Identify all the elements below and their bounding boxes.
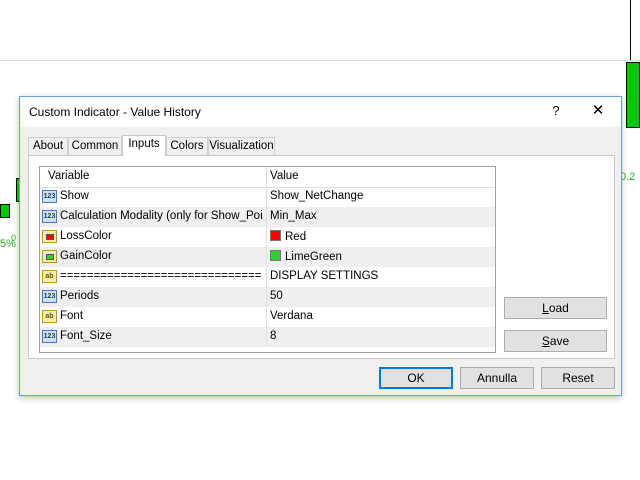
table-row[interactable]: 123 Periods 50 — [40, 287, 495, 307]
value-cell[interactable]: DISPLAY SETTINGS — [270, 270, 378, 282]
reset-button[interactable]: Reset — [541, 367, 615, 389]
custom-indicator-dialog: Custom Indicator - Value History ? ✕ Abo… — [19, 96, 622, 396]
color-swatch — [270, 250, 281, 261]
integer-type-icon: 123 — [42, 330, 57, 343]
cell-separator — [266, 187, 267, 207]
load-button-label: Load — [542, 301, 569, 315]
column-separator[interactable] — [266, 167, 267, 187]
dialog-titlebar[interactable]: Custom Indicator - Value History ? ✕ — [20, 97, 621, 127]
table-row[interactable]: 123 Calculation Modality (only for Show_… — [40, 207, 495, 227]
table-row[interactable]: ab ================================ DISP… — [40, 267, 495, 287]
table-row[interactable]: GainColor LimeGreen — [40, 247, 495, 267]
load-button[interactable]: Load — [504, 297, 607, 319]
cell-separator — [266, 287, 267, 307]
cell-separator — [266, 207, 267, 227]
color-type-icon — [42, 250, 57, 263]
color-name: LimeGreen — [285, 251, 342, 263]
value-cell[interactable]: Verdana — [270, 310, 313, 322]
tab-colors[interactable]: Colors — [166, 137, 208, 155]
integer-type-icon: 123 — [42, 190, 57, 203]
chart-gridline — [0, 60, 640, 61]
cell-separator — [266, 307, 267, 327]
candle-body-right — [626, 62, 640, 128]
value-cell[interactable]: Min_Max — [270, 210, 317, 222]
variable-cell: LossColor — [60, 230, 112, 242]
color-type-icon — [42, 230, 57, 243]
chart-label-right: 0.2 — [620, 171, 636, 183]
cell-separator — [266, 327, 267, 347]
string-type-icon: ab — [42, 310, 57, 323]
inputs-tab-pane: Variable Value 123 Show Show_NetChange 1… — [28, 155, 615, 359]
value-cell[interactable]: 8 — [270, 330, 276, 342]
save-button[interactable]: Save — [504, 330, 607, 352]
column-header-value[interactable]: Value — [270, 170, 299, 182]
cell-separator — [266, 227, 267, 247]
cell-separator — [266, 247, 267, 267]
value-cell[interactable]: LimeGreen — [270, 250, 342, 263]
color-name: Red — [285, 231, 307, 243]
variable-cell: ================================ — [60, 270, 262, 282]
color-swatch — [270, 230, 281, 241]
tab-visualization[interactable]: Visualization — [208, 137, 275, 155]
table-row[interactable]: 123 Show Show_NetChange — [40, 187, 495, 207]
save-button-label: Save — [541, 334, 570, 348]
variable-cell: Font — [60, 310, 84, 322]
candle-body-left-2 — [0, 204, 10, 218]
variable-cell: Periods — [60, 290, 99, 302]
variable-cell: Font_Size — [60, 330, 112, 342]
variable-cell: Show — [60, 190, 89, 202]
grid-header: Variable Value — [40, 167, 495, 188]
string-type-icon: ab — [42, 270, 57, 283]
tab-about[interactable]: About — [28, 137, 68, 155]
cell-separator — [266, 267, 267, 287]
dialog-title: Custom Indicator - Value History — [29, 105, 201, 119]
table-row[interactable]: LossColor Red — [40, 227, 495, 247]
column-header-variable[interactable]: Variable — [48, 170, 89, 182]
integer-type-icon: 123 — [42, 290, 57, 303]
chart-label-left-small: 0 — [11, 233, 17, 243]
help-button[interactable]: ? — [547, 101, 565, 121]
close-button[interactable]: ✕ — [587, 101, 609, 121]
cancel-button[interactable]: Annulla — [460, 367, 534, 389]
value-cell[interactable]: 50 — [270, 290, 283, 302]
table-row[interactable]: 123 Font_Size 8 — [40, 327, 495, 347]
value-cell[interactable]: Red — [270, 230, 306, 243]
value-cell[interactable]: Show_NetChange — [270, 190, 363, 202]
candle-wick — [630, 0, 631, 60]
table-row[interactable]: ab Font Verdana — [40, 307, 495, 327]
ok-button[interactable]: OK — [379, 367, 453, 389]
tab-inputs[interactable]: Inputs — [122, 135, 166, 156]
variable-cell: Calculation Modality (only for Show_Poin… — [60, 210, 262, 222]
inputs-grid: Variable Value 123 Show Show_NetChange 1… — [39, 166, 496, 353]
variable-cell: GainColor — [60, 250, 112, 262]
tab-common[interactable]: Common — [68, 137, 122, 155]
integer-type-icon: 123 — [42, 210, 57, 223]
